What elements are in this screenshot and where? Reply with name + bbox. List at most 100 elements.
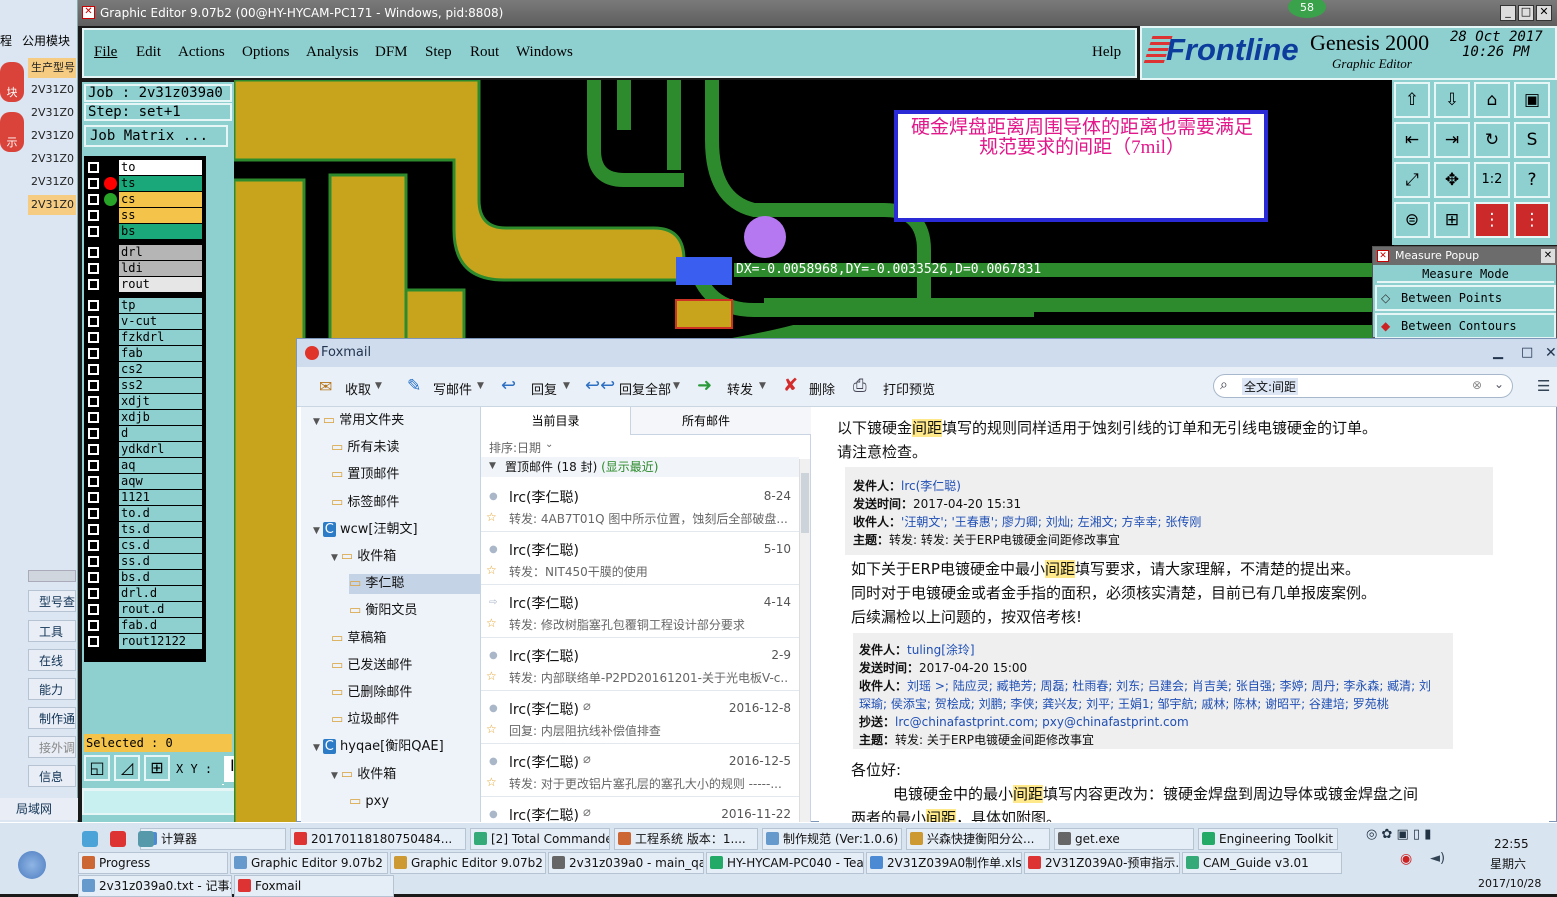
layer-name[interactable]: ldi [119, 261, 202, 276]
help-icon[interactable]: ? [1514, 162, 1550, 198]
layer-row[interactable]: to.d [86, 506, 202, 521]
layer-checkbox[interactable] [88, 332, 99, 343]
layer-row[interactable]: xdjb [86, 410, 202, 425]
taskbar-button[interactable]: [2] Total Commander ... [470, 828, 610, 850]
folder-item[interactable]: ▭ 衡阳文员 [349, 601, 417, 621]
layer-name[interactable]: 1121 [119, 490, 202, 505]
star-icon[interactable]: ☆ [486, 722, 497, 736]
scroll-thumb[interactable] [801, 473, 809, 533]
import-icon[interactable]: ⇤ [1394, 122, 1430, 158]
taskbar-button[interactable]: 2V31Z039A0制作单.xls ... [866, 852, 1022, 874]
grid-icon[interactable]: ⊞ [1434, 202, 1470, 238]
search-options-icon[interactable]: ⌄ [1494, 377, 1504, 391]
chevron-down-icon[interactable]: ▼ [759, 381, 766, 391]
layer-row[interactable]: cs.d [86, 538, 202, 553]
sort-chevron-icon[interactable]: ⌄ [545, 439, 553, 450]
strip-button[interactable]: 接外调 [28, 736, 76, 758]
layer-name[interactable]: cs [119, 192, 202, 207]
menu-dfm[interactable]: DFM [375, 44, 408, 61]
minimize-button[interactable]: ▁ [1493, 339, 1503, 367]
read-status-icon[interactable]: ⇨ [489, 597, 497, 608]
star-icon[interactable]: ☆ [486, 510, 497, 524]
folder-item[interactable]: ▭ 置顶邮件 [331, 465, 399, 485]
folder-item[interactable]: ▭ 草稿箱 [331, 629, 386, 649]
read-status-icon[interactable]: ● [489, 491, 498, 502]
menu-rout[interactable]: Rout [470, 44, 499, 61]
mail-item[interactable]: ⇨ lrc(李仁聪) 4-14 ☆ 转发: 修改树脂塞孔包覆铜工程设计部分要求 [481, 585, 799, 638]
layer-row[interactable]: fab.d [86, 618, 202, 633]
layer-row[interactable]: rout.d [86, 602, 202, 617]
read-status-icon[interactable]: ● [489, 809, 498, 820]
strip-button[interactable]: 在线 [28, 649, 76, 671]
net-alt-icon[interactable]: ⋮ [1514, 202, 1550, 238]
layer-name[interactable]: fzkdrl [119, 330, 202, 345]
layer-name[interactable]: aq [119, 458, 202, 473]
maximize-button[interactable]: □ [1518, 5, 1534, 21]
between-points-option[interactable]: Between Points [1375, 285, 1556, 311]
between-contours-option[interactable]: Between Contours [1375, 313, 1556, 339]
layer-name[interactable]: rout12122 [119, 634, 202, 649]
menu-analysis[interactable]: Analysis [306, 44, 359, 61]
layer-row[interactable]: to [86, 160, 202, 175]
layer-checkbox[interactable] [88, 348, 99, 359]
layer-checkbox[interactable] [88, 162, 99, 173]
net-icon[interactable]: ⋮ [1474, 202, 1510, 238]
taskbar-button[interactable]: 20170118180750484... [290, 828, 466, 850]
layer-row[interactable]: rout12122 [86, 634, 202, 649]
layer-checkbox[interactable] [88, 572, 99, 583]
expand-icon[interactable]: ▼ [331, 771, 341, 781]
strip-button[interactable]: 制作通 [28, 707, 76, 729]
strip-button[interactable]: 信息 [28, 765, 76, 787]
layer-checkbox[interactable] [88, 508, 99, 519]
layer-row[interactable]: tp [86, 298, 202, 313]
folder-item[interactable]: ▼ ▭ 收件箱 [331, 765, 396, 785]
taskbar-button[interactable]: get.exe [1054, 828, 1194, 850]
layer-checkbox[interactable] [88, 540, 99, 551]
strip-list-item[interactable]: 2V31Z0 [28, 126, 76, 146]
layer-name[interactable]: fab.d [119, 618, 202, 633]
start-button-icon[interactable] [18, 851, 46, 879]
taskbar-button[interactable]: 2V31Z039A0-预审指示.... [1024, 852, 1180, 874]
folder-item[interactable]: ▭ 已删除邮件 [331, 683, 412, 703]
layer-row[interactable]: xdjt [86, 394, 202, 409]
layer-row[interactable]: ss [86, 208, 202, 223]
menu-actions[interactable]: Actions [178, 44, 225, 61]
star-icon[interactable]: ☆ [486, 563, 497, 577]
step-label[interactable]: Step: set+1 [84, 103, 232, 121]
menu-file[interactable]: File [94, 44, 117, 61]
print-preview-button[interactable]: 打印预览 [883, 379, 935, 398]
clock-time[interactable]: 22:55 [1494, 837, 1529, 851]
expand-icon[interactable]: ▼ [313, 417, 323, 427]
delete-button[interactable]: 删除 [809, 379, 835, 398]
mail-list-scrollbar[interactable] [799, 459, 810, 823]
home-icon[interactable]: ⌂ [1474, 82, 1510, 118]
folder-item[interactable]: ▭ 李仁聪 [349, 574, 481, 595]
forward-button[interactable]: 转发 [727, 379, 753, 398]
layer-name[interactable]: xdjt [119, 394, 202, 409]
taskbar-button[interactable]: 兴森快捷衡阳分公... [906, 828, 1050, 850]
layer-row[interactable]: ydkdrl [86, 442, 202, 457]
drill-icon[interactable]: ⊜ [1394, 202, 1430, 238]
layer-row[interactable]: aq [86, 458, 202, 473]
layer-row[interactable]: cs2 [86, 362, 202, 377]
layer-name[interactable]: cs2 [119, 362, 202, 377]
read-status-icon[interactable]: ● [489, 650, 498, 661]
taskbar-button[interactable]: CAM_Guide v3.01 [1182, 852, 1342, 874]
layer-checkbox[interactable] [88, 492, 99, 503]
chevron-down-icon[interactable]: ▼ [563, 381, 570, 391]
search-box[interactable]: ⌕ 全文:间距 ⊗ ⌄ [1213, 374, 1513, 398]
layer-checkbox[interactable] [88, 444, 99, 455]
layer-checkbox[interactable] [88, 460, 99, 471]
strip-list-item[interactable]: 2V31Z0 [28, 80, 76, 100]
menu-edit[interactable]: Edit [136, 44, 161, 61]
strip-list-item[interactable]: 2V31Z0 [28, 149, 76, 169]
layer-name[interactable]: aqw [119, 474, 202, 489]
fit-icon[interactable]: ⤢ [1394, 162, 1430, 198]
layer-checkbox[interactable] [88, 556, 99, 567]
taskbar-button[interactable]: 2v31z039a0 - main_qa [548, 852, 704, 874]
chevron-down-icon[interactable]: ▼ [673, 381, 680, 391]
window-icon[interactable]: ▣ [1514, 82, 1550, 118]
download-icon[interactable]: ⇩ [1434, 82, 1470, 118]
layer-name[interactable]: rout.d [119, 602, 202, 617]
menu-step[interactable]: Step [425, 44, 452, 61]
